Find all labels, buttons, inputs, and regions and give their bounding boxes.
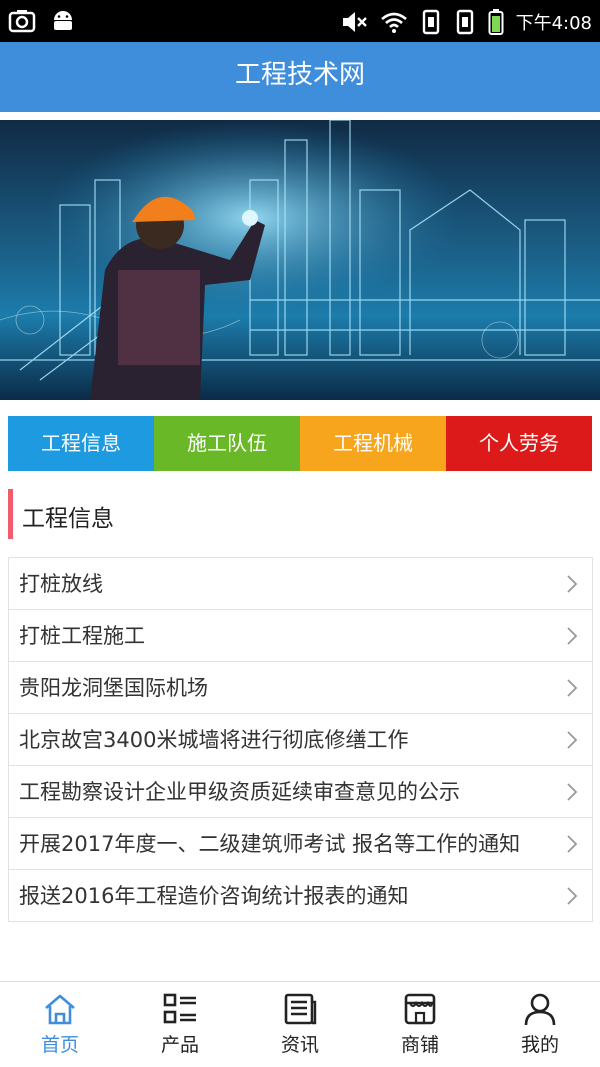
chevron-right-icon	[567, 782, 578, 801]
page-title: 工程技术网	[234, 60, 365, 90]
clock: 下午4:08	[515, 13, 592, 34]
nav-products-label: 产品	[160, 1034, 199, 1056]
nav-shop[interactable]: 商铺	[360, 982, 480, 1067]
list-item[interactable]: 北京故宫3400米城墙将进行彻底修缮工作	[9, 714, 592, 766]
list-item-title: 北京故宫3400米城墙将进行彻底修缮工作	[19, 728, 409, 752]
battery-icon	[488, 9, 504, 35]
tab-personal-labor[interactable]: 个人劳务	[446, 416, 592, 471]
news-list: 打桩放线 打桩工程施工 贵阳龙洞堡国际机场 北京故宫3400米城墙将进行彻底修缮…	[8, 557, 593, 922]
list-item-title: 开展2017年度一、二级建筑师考试 报名等工作的通知	[19, 832, 521, 856]
screenshot-icon	[8, 10, 36, 33]
list-item[interactable]: 打桩工程施工	[9, 610, 592, 662]
tab-engineering-machinery[interactable]: 工程机械	[300, 416, 446, 471]
section-accent-bar	[8, 489, 13, 539]
list-item[interactable]: 开展2017年度一、二级建筑师考试 报名等工作的通知	[9, 818, 592, 870]
chevron-right-icon	[567, 834, 578, 853]
tab-construction-team[interactable]: 施工队伍	[154, 416, 300, 471]
nav-home-label: 首页	[40, 1034, 79, 1056]
list-item-title: 报送2016年工程造价咨询统计报表的通知	[19, 884, 409, 908]
bottom-navigation: 首页 产品 资讯 商铺 我的	[0, 981, 600, 1067]
banner-image	[0, 120, 600, 400]
status-bar: 下午4:08	[0, 0, 600, 42]
user-icon	[524, 993, 556, 1026]
android-icon	[54, 11, 72, 30]
nav-mine-label: 我的	[520, 1034, 559, 1056]
list-item[interactable]: 工程勘察设计企业甲级资质延续审查意见的公示	[9, 766, 592, 818]
sim-2-icon	[456, 9, 473, 35]
shop-icon	[404, 993, 436, 1025]
list-item-title: 打桩放线	[19, 572, 103, 596]
list-item-title: 工程勘察设计企业甲级资质延续审查意见的公示	[19, 780, 460, 804]
list-item[interactable]: 打桩放线	[9, 558, 592, 610]
chevron-right-icon	[567, 574, 578, 593]
nav-shop-label: 商铺	[400, 1034, 439, 1056]
sim-1-icon	[422, 9, 439, 35]
hero-banner[interactable]	[0, 120, 600, 400]
nav-products[interactable]: 产品	[120, 982, 240, 1067]
mute-icon	[342, 12, 367, 32]
section-title: 工程信息	[22, 506, 114, 532]
list-item[interactable]: 贵阳龙洞堡国际机场	[9, 662, 592, 714]
list-item-title: 贵阳龙洞堡国际机场	[19, 676, 208, 700]
list-item[interactable]: 报送2016年工程造价咨询统计报表的通知	[9, 870, 592, 921]
chevron-right-icon	[567, 730, 578, 749]
wifi-icon	[380, 12, 407, 33]
category-tabs: 工程信息 施工队伍 工程机械 个人劳务	[8, 416, 592, 471]
grid-list-icon	[163, 993, 196, 1024]
nav-news[interactable]: 资讯	[240, 982, 360, 1067]
chevron-right-icon	[567, 886, 578, 905]
tab-engineering-info[interactable]: 工程信息	[8, 416, 154, 471]
chevron-right-icon	[567, 626, 578, 645]
nav-mine[interactable]: 我的	[480, 982, 600, 1067]
home-icon	[45, 994, 75, 1025]
nav-news-label: 资讯	[280, 1034, 319, 1056]
nav-home[interactable]: 首页	[0, 982, 120, 1067]
news-icon	[284, 993, 317, 1025]
app-header: 工程技术网	[0, 42, 600, 112]
list-item-title: 打桩工程施工	[19, 624, 145, 648]
chevron-right-icon	[567, 678, 578, 697]
